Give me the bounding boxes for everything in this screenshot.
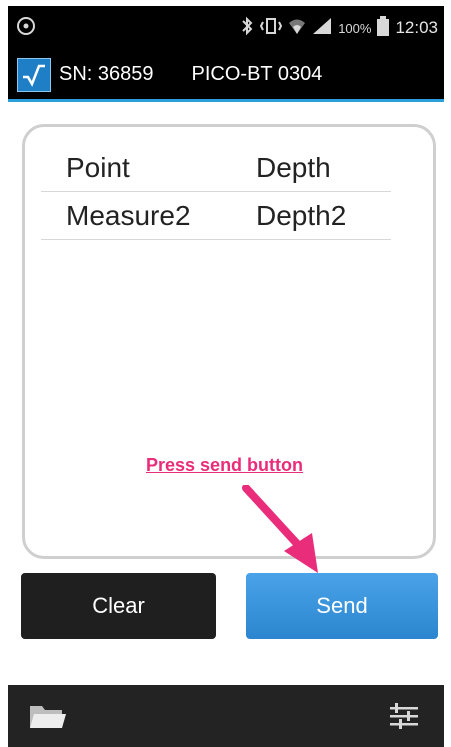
- device-name: PICO-BT 0304: [191, 63, 323, 85]
- status-bar: 100% 12:03: [8, 6, 444, 50]
- settings-sliders-icon[interactable]: [382, 694, 426, 738]
- battery-icon: [377, 16, 390, 40]
- table-row[interactable]: Measure2 Depth2: [41, 192, 391, 240]
- table-cell-point: Measure2: [66, 199, 191, 231]
- folder-icon[interactable]: [26, 694, 70, 738]
- table-cell-point: Point: [66, 151, 130, 183]
- vibrate-icon: [260, 17, 283, 39]
- annotation-arrow: [240, 484, 330, 585]
- annotation-label: Press send button: [146, 455, 304, 475]
- table-cell-depth: Depth2: [256, 199, 347, 231]
- clear-button[interactable]: Clear: [21, 573, 216, 639]
- table-cell-depth: Depth: [256, 151, 331, 183]
- serial-number: SN: 36859: [59, 63, 154, 85]
- bluetooth-icon: [240, 16, 254, 40]
- wifi-icon: [288, 17, 306, 39]
- app-bar: SN: 36859 PICO-BT 0304: [8, 50, 444, 102]
- bottom-toolbar: [8, 685, 444, 747]
- table-header-row: Point Depth: [41, 144, 391, 192]
- app-notification-icon: [14, 14, 38, 43]
- app-logo-icon: [17, 57, 51, 92]
- send-button[interactable]: Send: [246, 573, 438, 639]
- signal-icon: [312, 17, 332, 39]
- status-time: 12:03: [395, 18, 438, 37]
- battery-level: 100%: [338, 20, 372, 36]
